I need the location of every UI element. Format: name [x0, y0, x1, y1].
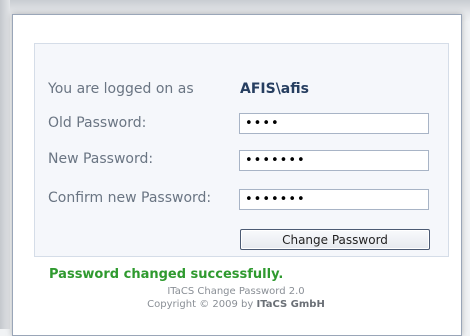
logged-on-user: AFIS\afis	[240, 81, 309, 97]
confirm-password-field[interactable]	[239, 189, 429, 210]
footer-copyright-line: Copyright © 2009 by ITaCS GmbH	[12, 298, 460, 311]
confirm-password-label: Confirm new Password:	[48, 190, 212, 206]
change-password-form: You are logged on as AFIS\afis Old Passw…	[34, 43, 449, 257]
old-password-field[interactable]	[239, 113, 429, 134]
logged-on-label: You are logged on as	[48, 81, 194, 97]
footer: ITaCS Change Password 2.0 Copyright © 20…	[12, 285, 460, 311]
footer-copyright: Copyright © 2009 by	[147, 299, 254, 310]
change-password-button[interactable]: Change Password	[240, 229, 430, 250]
footer-company: ITaCS GmbH	[256, 299, 325, 310]
old-password-label: Old Password:	[48, 115, 147, 131]
footer-product: ITaCS Change Password 2.0	[167, 286, 305, 297]
new-password-field[interactable]	[239, 150, 429, 171]
window-left-shadow	[0, 0, 10, 329]
success-message: Password changed successfully.	[49, 267, 284, 282]
new-password-label: New Password:	[48, 151, 154, 167]
